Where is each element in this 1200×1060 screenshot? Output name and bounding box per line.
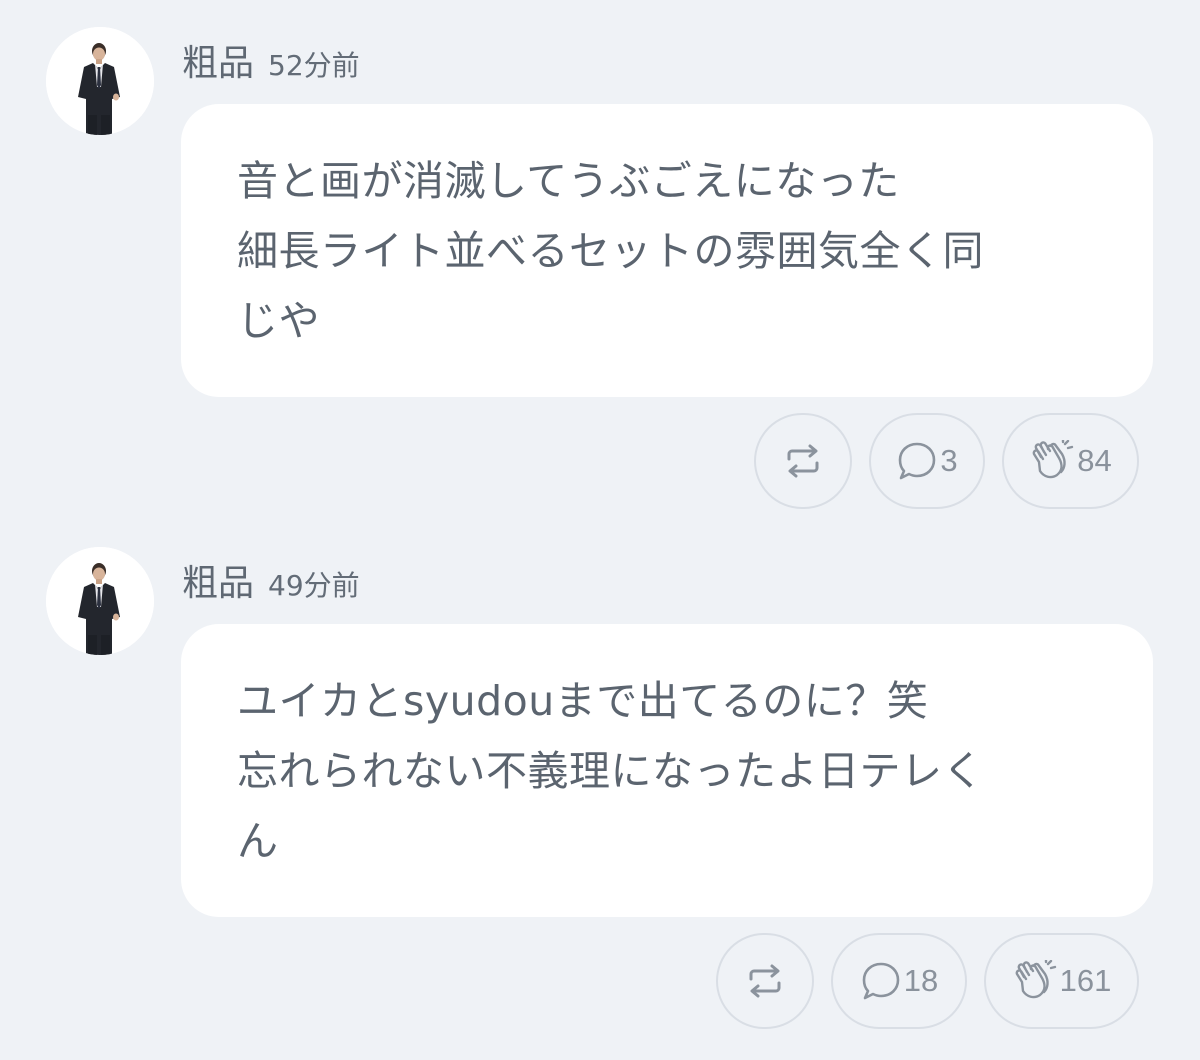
reply-count: 3 [940, 443, 958, 478]
avatar[interactable] [46, 27, 154, 135]
repost-icon [787, 444, 819, 478]
avatar-photo [46, 27, 154, 135]
post-body-line: じや [237, 297, 320, 345]
reply-button[interactable]: 18 [831, 933, 967, 1029]
post-body: ユイカとsyudouまで出てるのに？笑 忘れられない不義理になったよ日テレく ん [237, 666, 1101, 876]
clap-button[interactable]: 161 [984, 933, 1139, 1029]
post-body-line: 音と画が消滅してうぶごえになった [237, 157, 900, 205]
post-bubble[interactable]: ユイカとsyudouまで出てるのに？笑 忘れられない不義理になったよ日テレく ん [181, 624, 1153, 917]
post-time: 49分前 [268, 569, 360, 602]
post-time: 52分前 [268, 49, 360, 82]
clap-count: 161 [1059, 963, 1112, 998]
post-bubble[interactable]: 音と画が消滅してうぶごえになった 細長ライト並べるセットの雰囲気全く同 じや [181, 104, 1153, 397]
reply-button[interactable]: 3 [869, 413, 985, 509]
clap-icon [1032, 440, 1074, 479]
repost-icon [749, 964, 781, 998]
post-body-line: 忘れられない不義理になったよ日テレく [237, 747, 984, 795]
post-meta: 粗品 49分前 [182, 554, 360, 604]
post-body-line: ユイカとsyudouまで出てるのに？笑 [237, 677, 929, 725]
avatar[interactable] [46, 547, 154, 655]
author-name[interactable]: 粗品 [182, 554, 254, 606]
avatar-photo [46, 547, 154, 655]
repost-button[interactable] [716, 933, 814, 1029]
post-meta: 粗品 52分前 [182, 34, 360, 84]
speech-bubble-icon [899, 442, 936, 480]
post-body-line: ん [237, 817, 279, 865]
speech-bubble-icon [862, 962, 900, 1000]
author-name[interactable]: 粗品 [182, 34, 254, 86]
clap-icon [1015, 960, 1056, 999]
clap-button[interactable]: 84 [1002, 413, 1139, 509]
post-body-line: 細長ライト並べるセットの雰囲気全く同 [237, 227, 984, 275]
clap-count: 84 [1077, 443, 1112, 478]
reply-count: 18 [903, 963, 939, 998]
post-body: 音と画が消滅してうぶごえになった 細長ライト並べるセットの雰囲気全く同 じや [237, 146, 1101, 356]
repost-button[interactable] [754, 413, 852, 509]
